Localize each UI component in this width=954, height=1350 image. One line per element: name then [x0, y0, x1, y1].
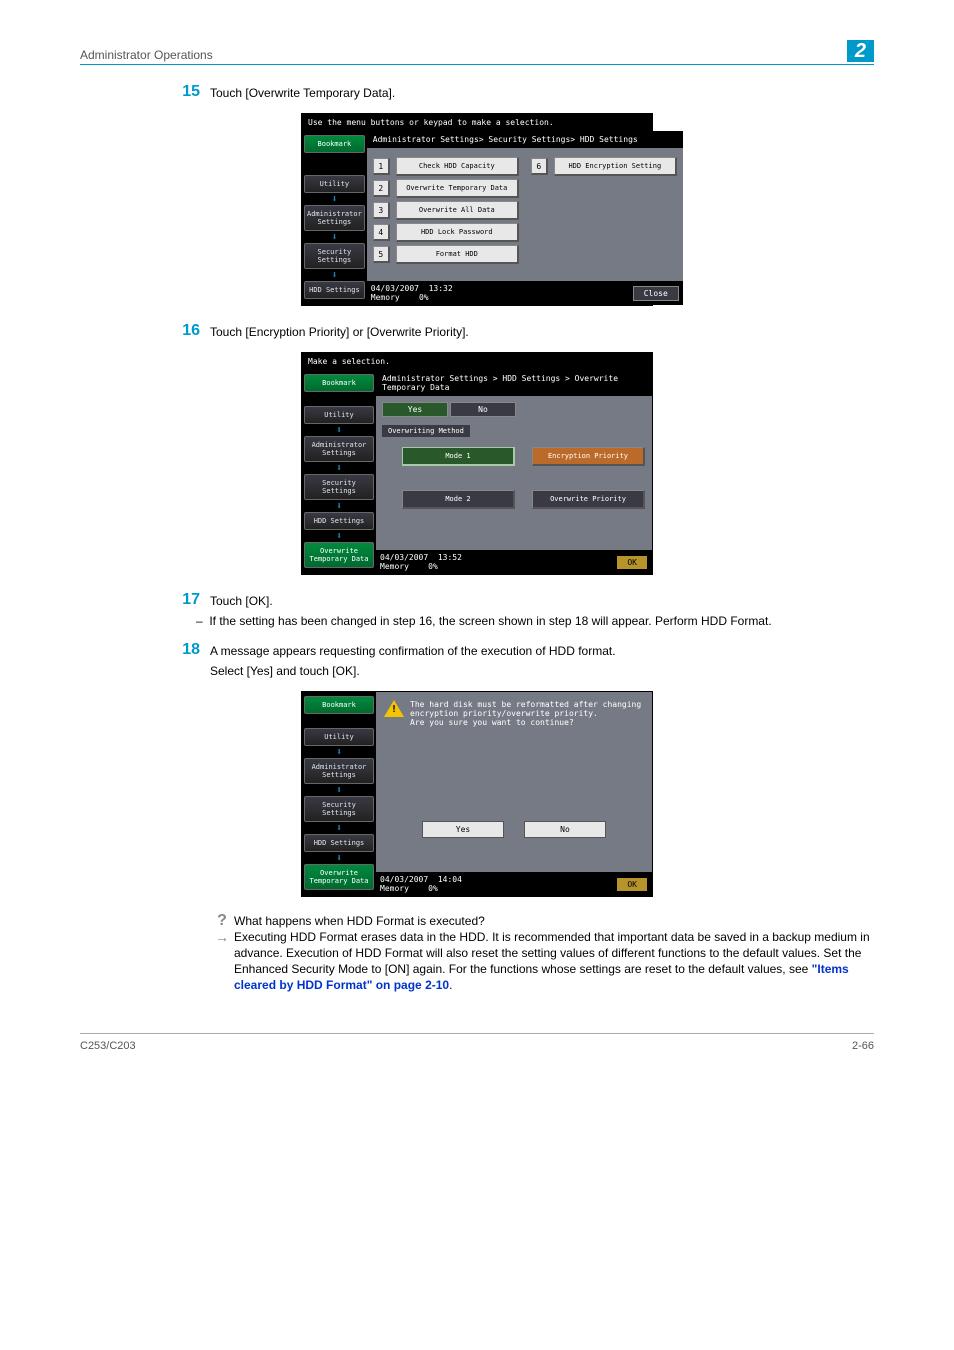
step-text: Touch [Overwrite Temporary Data]. — [210, 85, 874, 101]
check-hdd-capacity-button[interactable]: Check HDD Capacity — [396, 157, 519, 176]
nav-utility[interactable]: Utility — [304, 406, 374, 424]
nav-bookmark[interactable]: Bookmark — [304, 374, 374, 392]
chevron-down-icon: ⬇ — [304, 502, 374, 512]
warning-icon — [384, 700, 404, 717]
header-rule — [80, 64, 874, 65]
screen-message: Make a selection. — [302, 353, 652, 370]
overwriting-method-label: Overwriting Method — [382, 425, 470, 437]
nav-utility[interactable]: Utility — [304, 175, 365, 193]
status-bar: 04/03/2007 14:04 Memory 0% OK — [376, 872, 652, 896]
confirm-message: The hard disk must be reformatted after … — [410, 700, 644, 727]
screen-message: Use the menu buttons or keypad to make a… — [302, 114, 652, 131]
nav-bookmark[interactable]: Bookmark — [304, 696, 374, 714]
footer-page: 2-66 — [852, 1040, 874, 1052]
mode-2-button[interactable]: Mode 2 — [402, 490, 515, 509]
qa-question: What happens when HDD Format is executed… — [234, 913, 874, 929]
qa-answer: Executing HDD Format erases data in the … — [234, 929, 874, 993]
option-number: 2 — [373, 180, 390, 197]
nav-hdd-settings[interactable]: HDD Settings — [304, 512, 374, 530]
yes-button[interactable]: Yes — [422, 821, 504, 838]
chevron-down-icon: ⬇ — [304, 426, 374, 436]
no-button[interactable]: No — [450, 402, 516, 417]
chevron-down-icon: ⬇ — [304, 824, 374, 834]
option-number: 1 — [373, 158, 390, 175]
close-button[interactable]: Close — [633, 286, 679, 301]
nav-hdd-settings[interactable]: HDD Settings — [304, 281, 365, 299]
nav-admin-settings[interactable]: Administrator Settings — [304, 205, 365, 231]
nav-hdd-settings[interactable]: HDD Settings — [304, 834, 374, 852]
chevron-down-icon: ⬇ — [304, 854, 374, 864]
nav-admin-settings[interactable]: Administrator Settings — [304, 758, 374, 784]
hdd-encryption-setting-button[interactable]: HDD Encryption Setting — [554, 157, 677, 176]
chevron-down-icon: ⬇ — [304, 748, 374, 758]
mfp-screen-hdd-settings: Use the menu buttons or keypad to make a… — [301, 113, 653, 306]
chevron-down-icon: ⬇ — [304, 532, 374, 542]
step-text: Select [Yes] and touch [OK]. — [210, 663, 874, 679]
mfp-screen-overwrite-temp-data: Make a selection. Bookmark Utility ⬇ Adm… — [301, 352, 653, 575]
status-bar: 04/03/2007 13:52 Memory 0% OK — [376, 550, 652, 574]
step-substep: If the setting has been changed in step … — [210, 613, 874, 629]
format-hdd-button[interactable]: Format HDD — [396, 245, 519, 264]
breadcrumb: Administrator Settings> Security Setting… — [367, 131, 683, 148]
ok-button[interactable]: OK — [616, 555, 648, 570]
mfp-screen-confirm-format: Bookmark Utility ⬇ Administrator Setting… — [301, 691, 653, 897]
step-number: 16 — [160, 322, 210, 344]
nav-overwrite-temp-data[interactable]: Overwrite Temporary Data — [304, 542, 374, 568]
option-number: 5 — [373, 246, 390, 263]
no-button[interactable]: No — [524, 821, 606, 838]
footer-model: C253/C203 — [80, 1040, 136, 1052]
chevron-down-icon: ⬇ — [304, 271, 365, 281]
chapter-badge: 2 — [847, 40, 874, 62]
overwrite-priority-button[interactable]: Overwrite Priority — [532, 490, 645, 509]
nav-admin-settings[interactable]: Administrator Settings — [304, 436, 374, 462]
nav-bookmark[interactable]: Bookmark — [304, 135, 365, 153]
option-number: 4 — [373, 224, 390, 241]
yes-button[interactable]: Yes — [382, 402, 448, 417]
option-number: 6 — [531, 158, 548, 175]
chevron-down-icon: ⬇ — [304, 195, 365, 205]
breadcrumb: Administrator Settings > HDD Settings > … — [376, 370, 652, 396]
encryption-priority-button[interactable]: Encryption Priority — [532, 447, 645, 466]
step-text: Touch [OK]. — [210, 593, 874, 609]
status-bar: 04/03/2007 13:32 Memory 0% Close — [367, 281, 683, 305]
mode-1-button[interactable]: Mode 1 — [402, 447, 515, 466]
chevron-down-icon: ⬇ — [304, 233, 365, 243]
running-head-title: Administrator Operations — [80, 48, 213, 62]
hdd-lock-password-button[interactable]: HDD Lock Password — [396, 223, 519, 242]
option-number: 3 — [373, 202, 390, 219]
step-text: A message appears requesting confirmatio… — [210, 643, 874, 659]
question-mark-icon: ? — [210, 913, 234, 929]
step-number: 15 — [160, 83, 210, 105]
arrow-right-icon: → — [210, 929, 234, 993]
overwrite-temp-data-button[interactable]: Overwrite Temporary Data — [396, 179, 519, 198]
ok-button[interactable]: OK — [616, 877, 648, 892]
nav-security-settings[interactable]: Security Settings — [304, 243, 365, 269]
step-text: Touch [Encryption Priority] or [Overwrit… — [210, 324, 874, 340]
nav-security-settings[interactable]: Security Settings — [304, 796, 374, 822]
overwrite-all-data-button[interactable]: Overwrite All Data — [396, 201, 519, 220]
chevron-down-icon: ⬇ — [304, 786, 374, 796]
step-number: 18 — [160, 641, 210, 683]
nav-utility[interactable]: Utility — [304, 728, 374, 746]
chevron-down-icon: ⬇ — [304, 464, 374, 474]
nav-overwrite-temp-data[interactable]: Overwrite Temporary Data — [304, 864, 374, 890]
nav-security-settings[interactable]: Security Settings — [304, 474, 374, 500]
